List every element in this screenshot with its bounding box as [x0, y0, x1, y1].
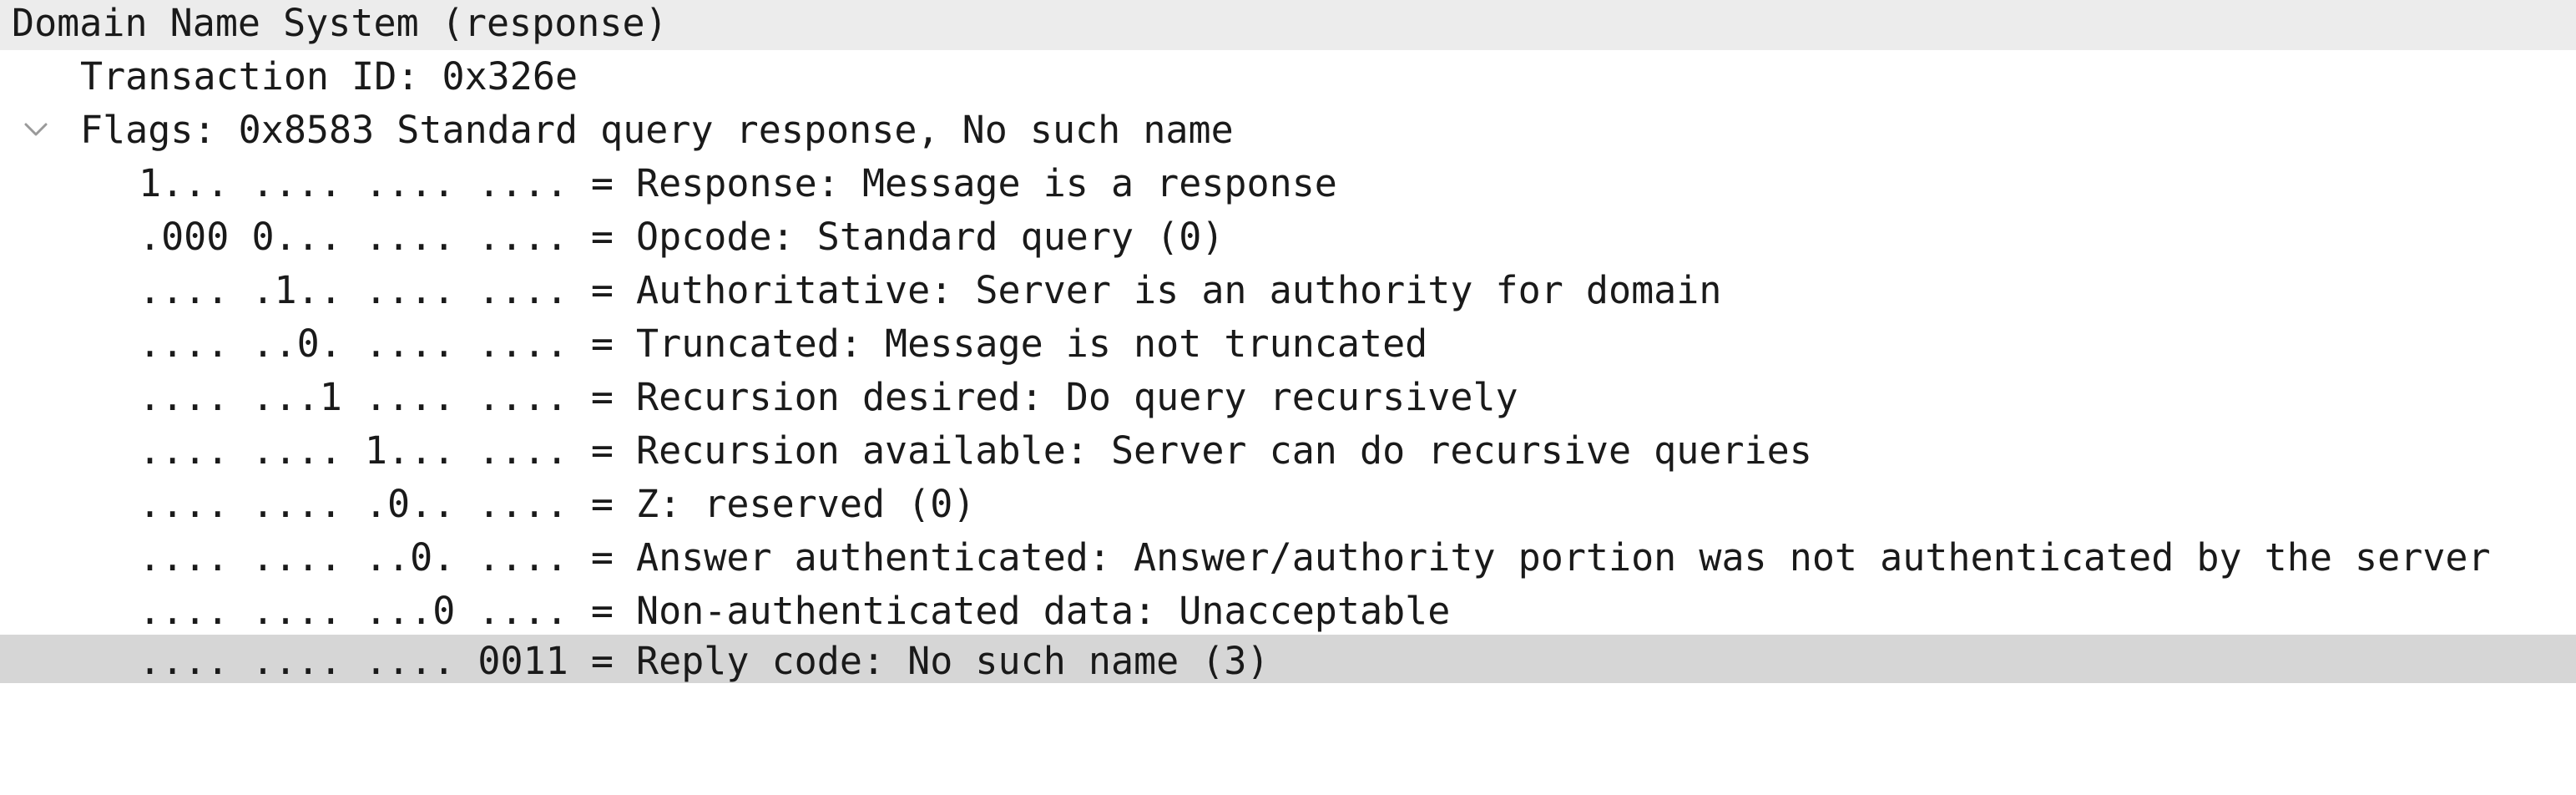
tree-row-flag-z[interactable]: .... .... .0.. .... = Z: reserved (0): [0, 478, 2576, 531]
tree-row-flag-opcode[interactable]: .000 0... .... .... = Opcode: Standard q…: [0, 210, 2576, 264]
tree-row-label: .... .... .... 0011 = Reply code: No suc…: [139, 639, 1270, 683]
tree-row-label: .... ..0. .... .... = Truncated: Message…: [139, 322, 1428, 366]
tree-row-flag-authoritative[interactable]: .... .1.. .... .... = Authoritative: Ser…: [0, 264, 2576, 317]
packet-details-tree: Domain Name System (response) Transactio…: [0, 0, 2576, 683]
tree-row-label: 1... .... .... .... = Response: Message …: [139, 161, 1337, 205]
tree-row-label: .... .... ...0 .... = Non-authenticated …: [139, 589, 1451, 633]
tree-row-flag-truncated[interactable]: .... ..0. .... .... = Truncated: Message…: [0, 317, 2576, 371]
tree-row-label: .... .... 1... .... = Recursion availabl…: [139, 428, 1812, 473]
tree-row-flag-response[interactable]: 1... .... .... .... = Response: Message …: [0, 157, 2576, 210]
tree-row-label: Domain Name System (response): [12, 1, 668, 45]
tree-row-label: .... .1.. .... .... = Authoritative: Ser…: [139, 268, 1722, 312]
tree-row-label: Transaction ID: 0x326e: [80, 54, 578, 99]
chevron-down-icon[interactable]: [23, 104, 57, 157]
tree-row-flag-answer-authenticated[interactable]: .... .... ..0. .... = Answer authenticat…: [0, 531, 2576, 585]
tree-row-dns-response[interactable]: Domain Name System (response): [0, 0, 2576, 50]
tree-row-flag-recursion-available[interactable]: .... .... 1... .... = Recursion availabl…: [0, 424, 2576, 478]
tree-row-flags[interactable]: Flags: 0x8583 Standard query response, N…: [0, 104, 2576, 157]
tree-row-label: .... .... .0.. .... = Z: reserved (0): [139, 482, 976, 526]
tree-row-transaction-id[interactable]: Transaction ID: 0x326e: [0, 50, 2576, 104]
tree-row-flag-non-authenticated-data[interactable]: .... .... ...0 .... = Non-authenticated …: [0, 585, 2576, 638]
tree-row-label: Flags: 0x8583 Standard query response, N…: [80, 108, 1234, 152]
tree-row-label: .... .... ..0. .... = Answer authenticat…: [139, 535, 2491, 580]
tree-row-flag-reply-code[interactable]: .... .... .... 0011 = Reply code: No suc…: [0, 635, 2576, 683]
tree-row-flag-recursion-desired[interactable]: .... ...1 .... .... = Recursion desired:…: [0, 371, 2576, 424]
tree-row-label: .... ...1 .... .... = Recursion desired:…: [139, 375, 1518, 419]
tree-row-label: .000 0... .... .... = Opcode: Standard q…: [139, 215, 1225, 259]
